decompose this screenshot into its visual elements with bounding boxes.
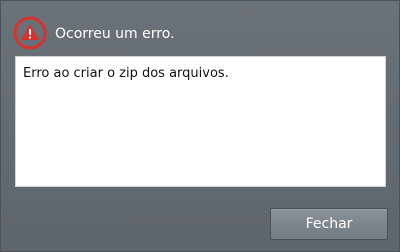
close-button[interactable]: Fechar — [270, 208, 388, 240]
dialog-header: Ocorreu um erro. — [13, 16, 175, 50]
error-dialog: Ocorreu um erro. Erro ao criar o zip dos… — [0, 0, 400, 252]
error-message: Erro ao criar o zip dos arquivos. — [23, 66, 229, 81]
dialog-title: Ocorreu um erro. — [55, 26, 175, 42]
warning-icon — [13, 16, 47, 50]
message-box: Erro ao criar o zip dos arquivos. — [15, 56, 386, 187]
